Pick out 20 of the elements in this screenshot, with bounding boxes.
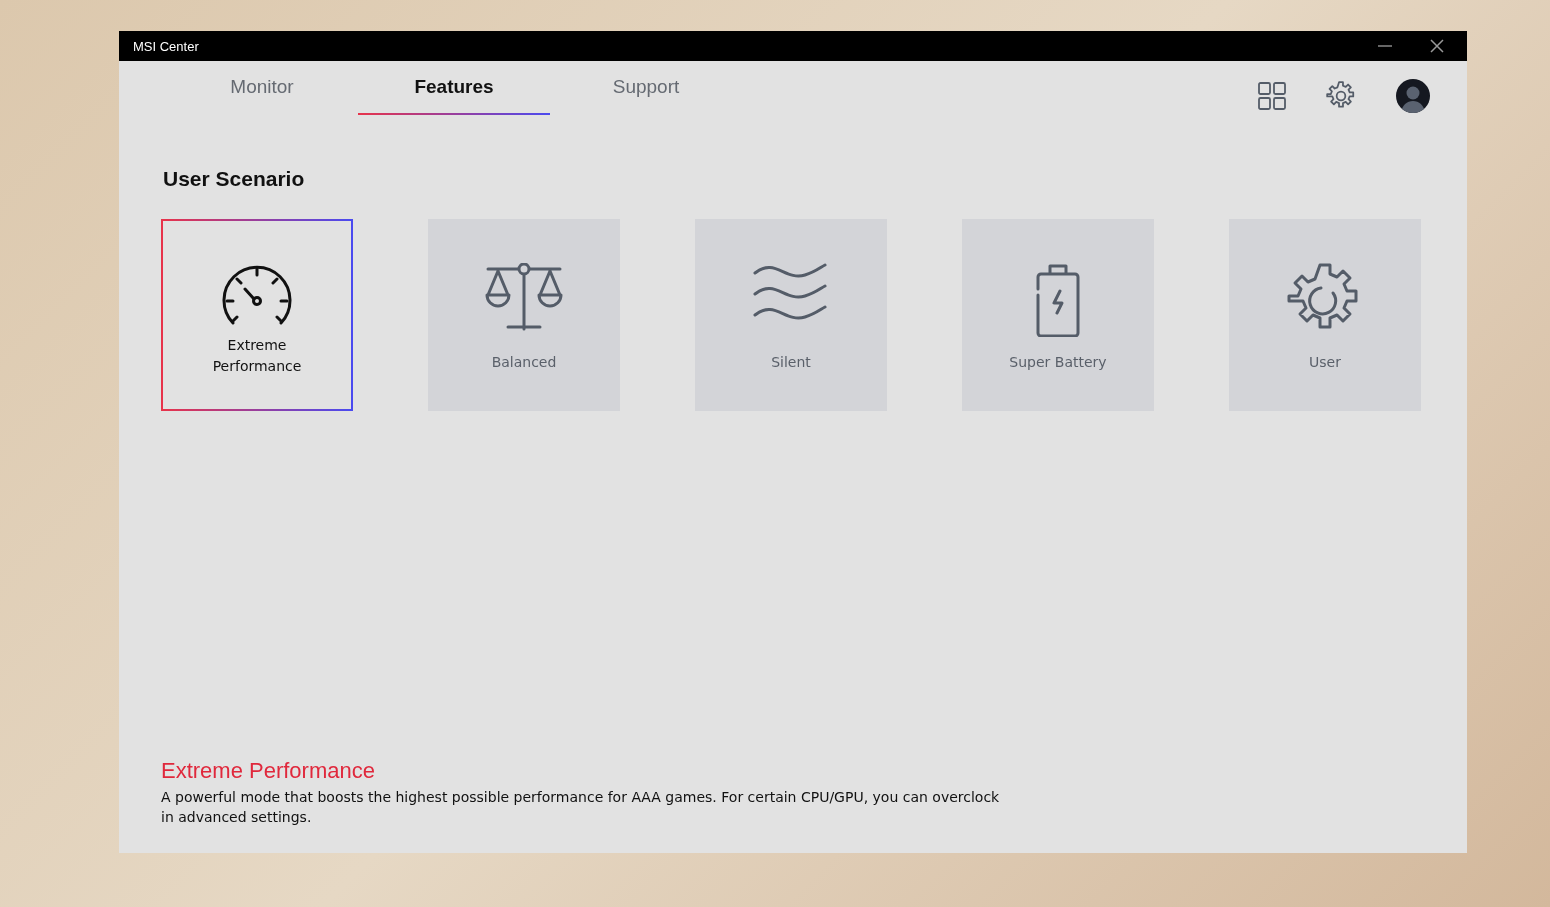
description-title: Extreme Performance — [161, 758, 376, 784]
nav-tab[interactable]: Monitor — [166, 61, 358, 115]
scenario-card[interactable]: Extreme Performance — [161, 219, 353, 411]
user-avatar[interactable] — [1396, 79, 1430, 113]
grid-icon[interactable] — [1258, 82, 1286, 110]
window-title: MSI Center — [133, 38, 199, 54]
battery-charging-icon — [1034, 263, 1082, 337]
nav-tab[interactable]: Features — [358, 61, 550, 115]
balance-scale-icon — [484, 263, 564, 331]
settings-icon[interactable] — [1326, 81, 1356, 111]
scenario-card[interactable]: Super Battery — [962, 219, 1154, 411]
waves-icon — [753, 263, 829, 321]
scenario-card[interactable]: User — [1229, 219, 1421, 411]
description-text: A powerful mode that boosts the highest possible performance for AAA games. For certain CPU/GPU, you can overclock in advanced settings. — [161, 788, 1001, 827]
section-title: User Scenario — [163, 167, 306, 191]
scenario-card[interactable]: Balanced — [428, 219, 620, 411]
close-icon — [1430, 39, 1444, 53]
scenario-card[interactable]: Silent — [695, 219, 887, 411]
nav-tab[interactable]: Support — [550, 61, 742, 115]
minimize-icon — [1378, 45, 1392, 47]
